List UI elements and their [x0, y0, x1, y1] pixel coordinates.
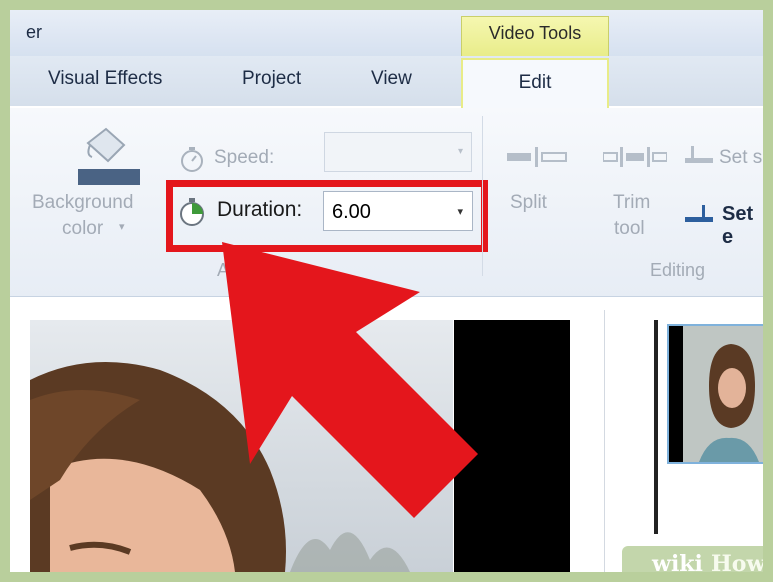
speed-dropdown[interactable]: ▾: [324, 132, 472, 172]
clip-thumbnail[interactable]: [667, 324, 763, 464]
ribbon-tab-row: Visual Effects Project View: [10, 56, 763, 106]
tab-edit-label: Edit: [518, 72, 552, 93]
paint-bucket-icon[interactable]: [78, 125, 140, 187]
watermark-how: How: [711, 551, 763, 572]
trim-tool-label-1[interactable]: Trim: [613, 192, 650, 214]
split-label[interactable]: Split: [510, 192, 547, 214]
stopwatch-icon: [181, 147, 203, 172]
chevron-down-icon: ▾: [457, 146, 463, 157]
tab-view[interactable]: View: [371, 68, 412, 90]
wikihow-watermark: wiki How: [622, 546, 763, 572]
app-window: er Video Tools Visual Effects Project Vi…: [10, 10, 763, 572]
set-end-point-icon[interactable]: [685, 205, 713, 225]
background-color-label-1[interactable]: Background: [32, 192, 133, 214]
trim-tool-icon[interactable]: [603, 147, 667, 167]
context-tab-label: Video Tools: [488, 23, 582, 43]
editing-group-label: Editing: [650, 260, 706, 280]
pointer-arrow-icon: [222, 242, 478, 518]
watermark-wiki: wiki: [652, 551, 703, 572]
tab-project[interactable]: Project: [242, 68, 301, 90]
speed-label: Speed:: [214, 147, 275, 168]
set-start-point-icon[interactable]: [685, 146, 713, 166]
playhead[interactable]: [654, 320, 658, 534]
tab-edit[interactable]: Edit: [461, 58, 609, 110]
chevron-down-icon: ▾: [119, 221, 125, 233]
video-tools-context-tab: Video Tools: [461, 16, 609, 58]
background-color-label-2[interactable]: color: [62, 218, 103, 240]
trim-tool-label-2[interactable]: tool: [614, 218, 645, 240]
set-end-label[interactable]: Set e: [722, 203, 763, 249]
set-start-label[interactable]: Set s: [719, 147, 762, 169]
title-bar: er: [10, 10, 763, 56]
split-icon[interactable]: [507, 147, 567, 167]
window-title: er: [26, 22, 43, 42]
clip-thumbnail-image: [669, 326, 763, 462]
tab-visual-effects[interactable]: Visual Effects: [48, 68, 162, 90]
